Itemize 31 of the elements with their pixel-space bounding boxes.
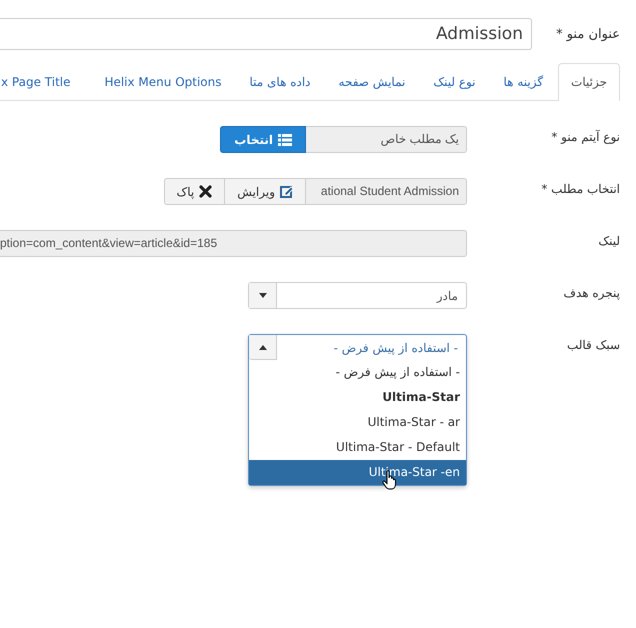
- tab[interactable]: داده های متا: [236, 63, 324, 100]
- field-label: لینک: [597, 233, 620, 248]
- caret-down-icon: [258, 293, 266, 298]
- select-value: - استفاده از پیش فرض -: [332, 340, 459, 354]
- button[interactable]: ویرایش: [224, 178, 306, 205]
- edit-icon: [280, 185, 293, 198]
- button[interactable]: انتخاب: [220, 126, 306, 153]
- dropdown-option[interactable]: - استفاده از پیش فرض -: [249, 360, 466, 385]
- select-value: مادر: [435, 288, 459, 302]
- field-label: نوع آیتم منو *: [550, 128, 620, 144]
- button[interactable]: پاک: [164, 178, 226, 205]
- title-input-field[interactable]: Admission: [0, 18, 532, 50]
- caret-up-icon: [258, 344, 266, 350]
- select-field[interactable]: مادر: [248, 282, 467, 309]
- field-label: پنجره هدف: [562, 285, 620, 300]
- option-group-label: Ultima-Star: [381, 389, 461, 406]
- tab[interactable]: نمایش صفحه: [326, 63, 418, 100]
- close-icon: [199, 185, 212, 198]
- tab[interactable]: نوع لینک: [420, 63, 489, 100]
- list-icon: [278, 134, 292, 146]
- field-label: انتخاب مطلب *: [540, 181, 620, 196]
- tab[interactable]: گزینه ها: [490, 63, 556, 100]
- arrow-button[interactable]: [249, 335, 277, 360]
- tab[interactable]: Helix Menu Options: [91, 63, 234, 100]
- field-label: سبک قالب: [566, 337, 620, 352]
- tab[interactable]: x Page Title: [0, 63, 90, 100]
- arrow-button[interactable]: [249, 283, 277, 308]
- field-label: عنوان منو *: [555, 26, 620, 42]
- dropdown-option[interactable]: Ultima-Star - ar: [249, 410, 466, 435]
- dropdown-option[interactable]: Ultima-Star - Default: [249, 435, 466, 460]
- tab[interactable]: جزئیات: [558, 63, 620, 101]
